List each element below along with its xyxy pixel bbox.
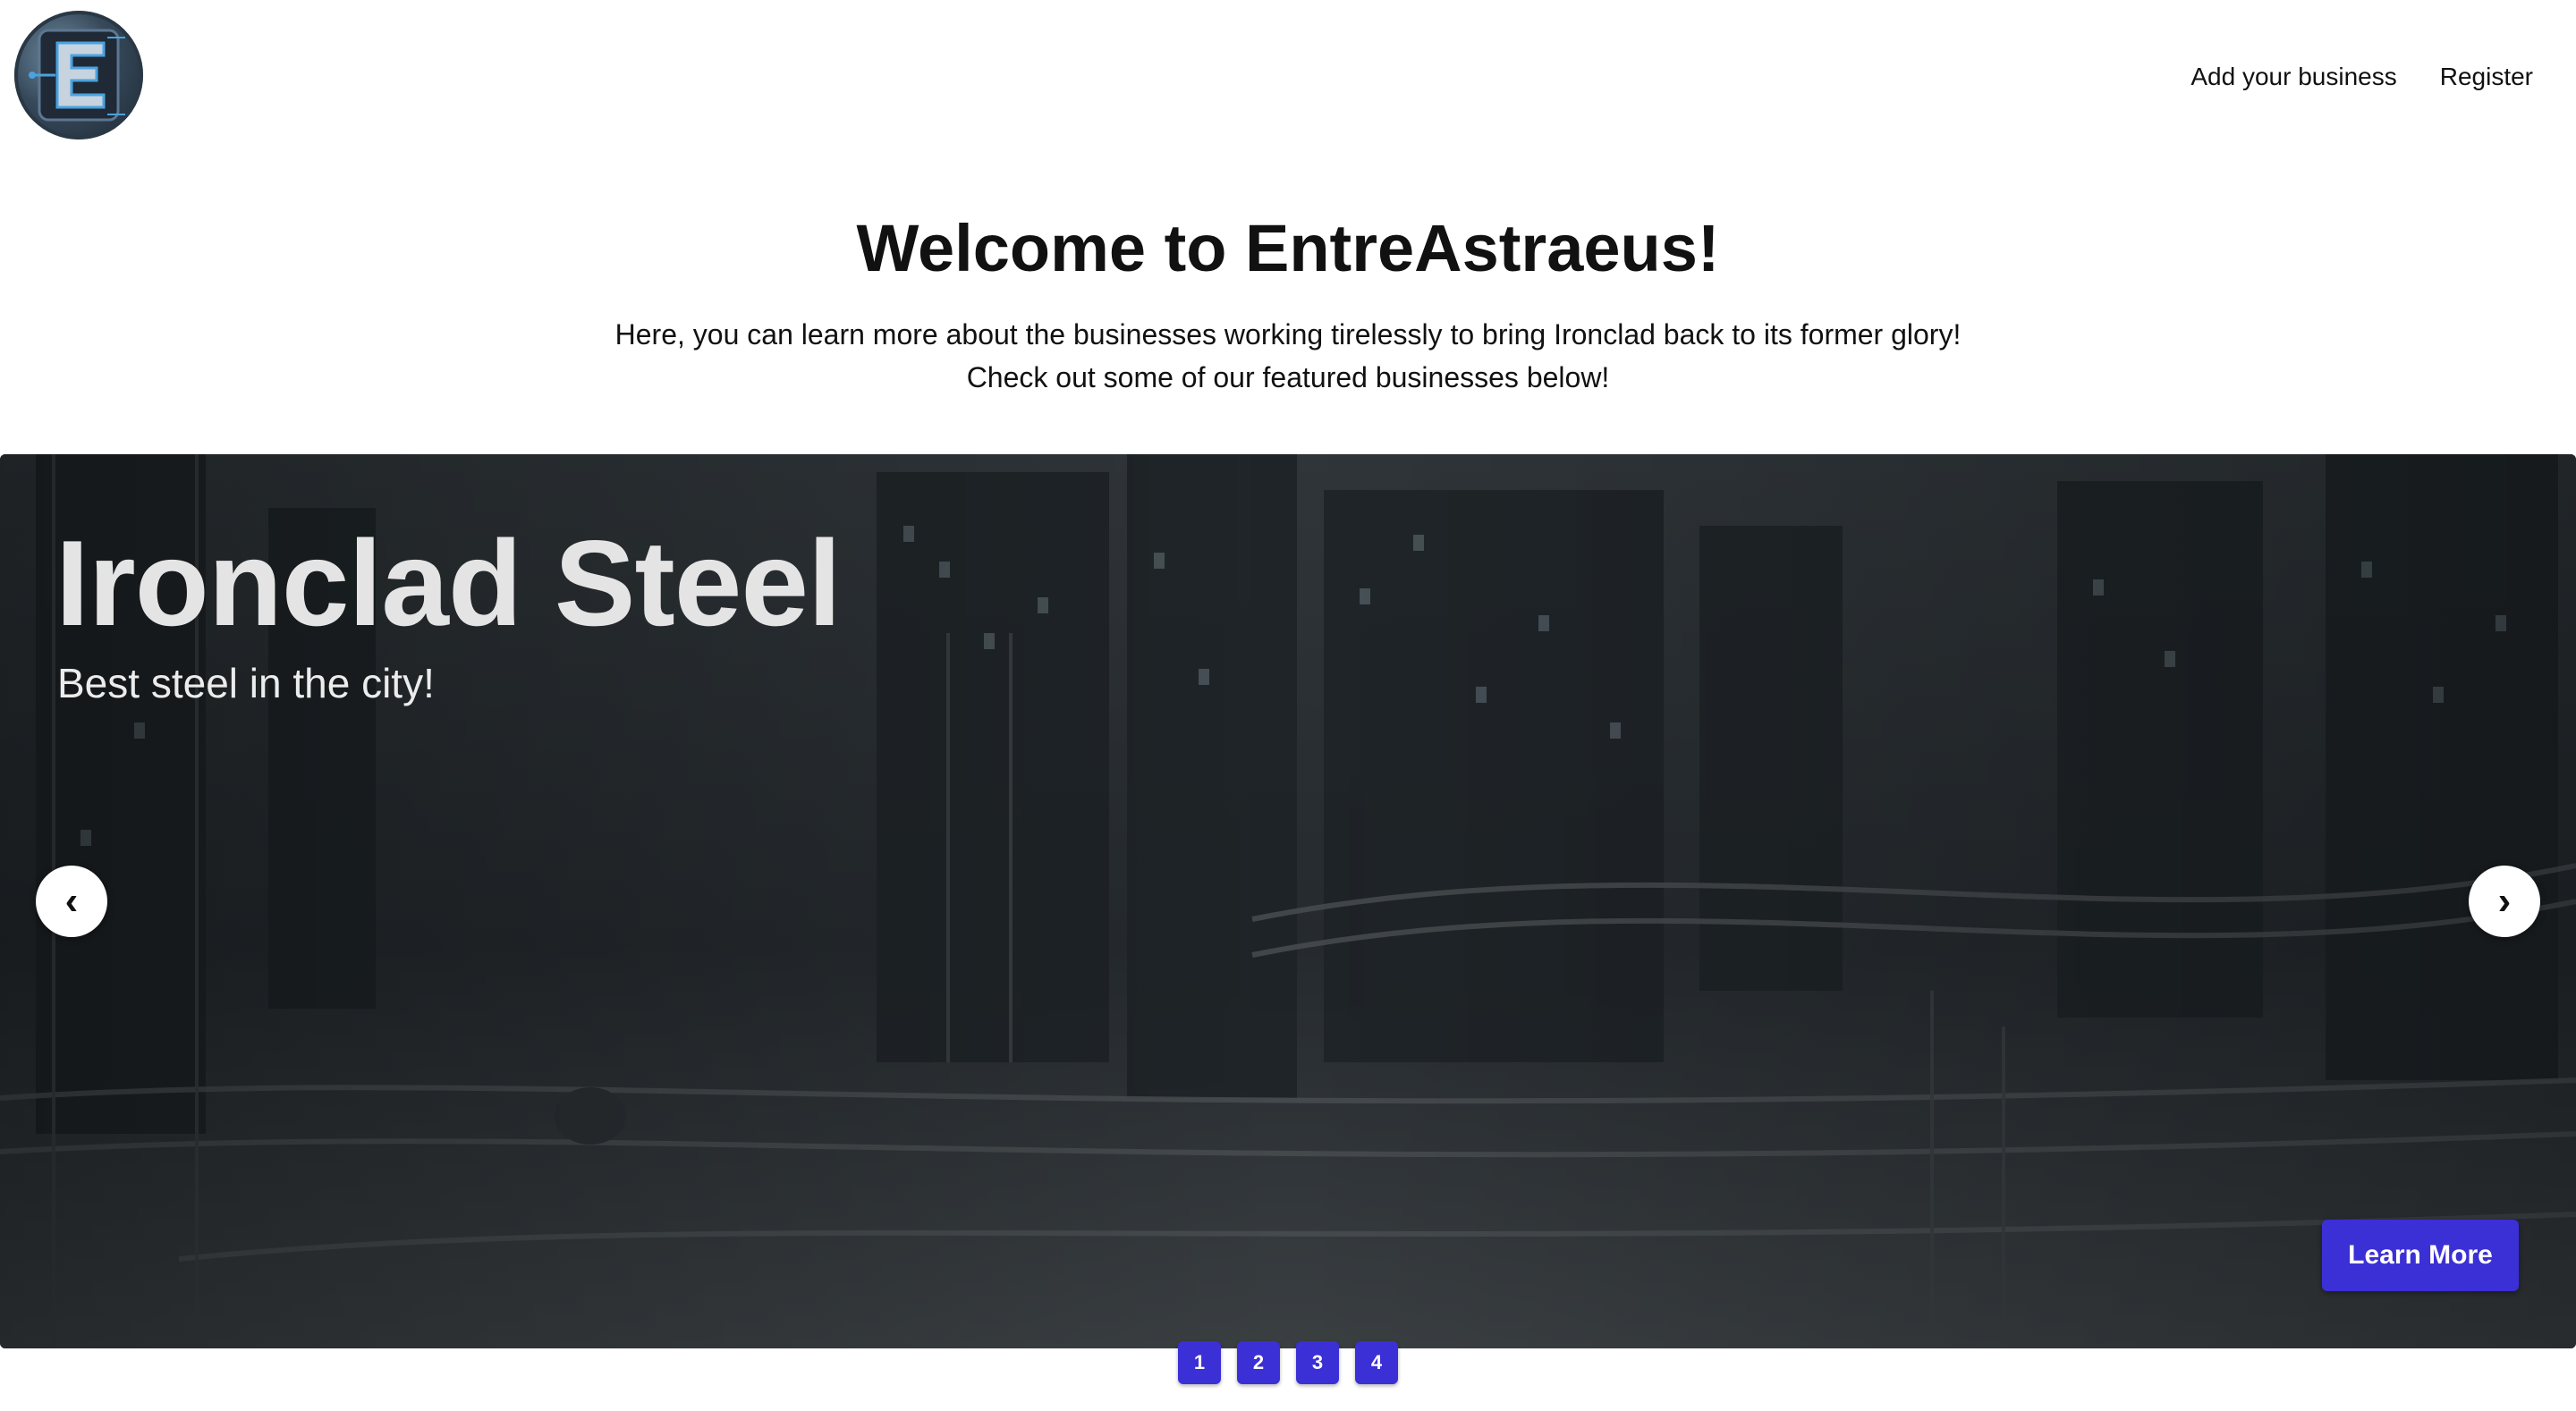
slide-subtitle: Best steel in the city! <box>57 660 435 706</box>
top-nav: Add your business Register <box>2190 59 2533 95</box>
carousel-next-button[interactable]: › <box>2469 866 2540 937</box>
featured-carousel: Ironclad Steel Best steel in the city! ‹… <box>0 454 2576 1348</box>
entreastraeus-e-logo-icon <box>29 29 125 122</box>
site-logo[interactable] <box>14 11 143 139</box>
page-3-button[interactable]: 3 <box>1296 1341 1339 1384</box>
page-2-button[interactable]: 2 <box>1237 1341 1280 1384</box>
nav-register-link[interactable]: Register <box>2440 59 2533 95</box>
header: Add your business Register <box>0 0 2576 156</box>
carousel-prev-button[interactable]: ‹ <box>36 866 107 937</box>
nav-add-business-link[interactable]: Add your business <box>2190 59 2396 95</box>
intro-line-2: Check out some of our featured businesse… <box>966 361 1610 393</box>
carousel-pagination: 1 2 3 4 <box>0 1341 2576 1384</box>
page: Add your business Register Welcome to En… <box>0 0 2576 1411</box>
page-1-button[interactable]: 1 <box>1178 1341 1221 1384</box>
page-title: Welcome to EntreAstraeus! <box>856 211 1720 285</box>
learn-more-button[interactable]: Learn More <box>2322 1220 2519 1291</box>
intro-text: Here, you can learn more about the busin… <box>0 313 2576 399</box>
page-4-button[interactable]: 4 <box>1355 1341 1398 1384</box>
slide-title: Ironclad Steel <box>55 515 842 651</box>
intro-line-1: Here, you can learn more about the busin… <box>614 318 1962 351</box>
